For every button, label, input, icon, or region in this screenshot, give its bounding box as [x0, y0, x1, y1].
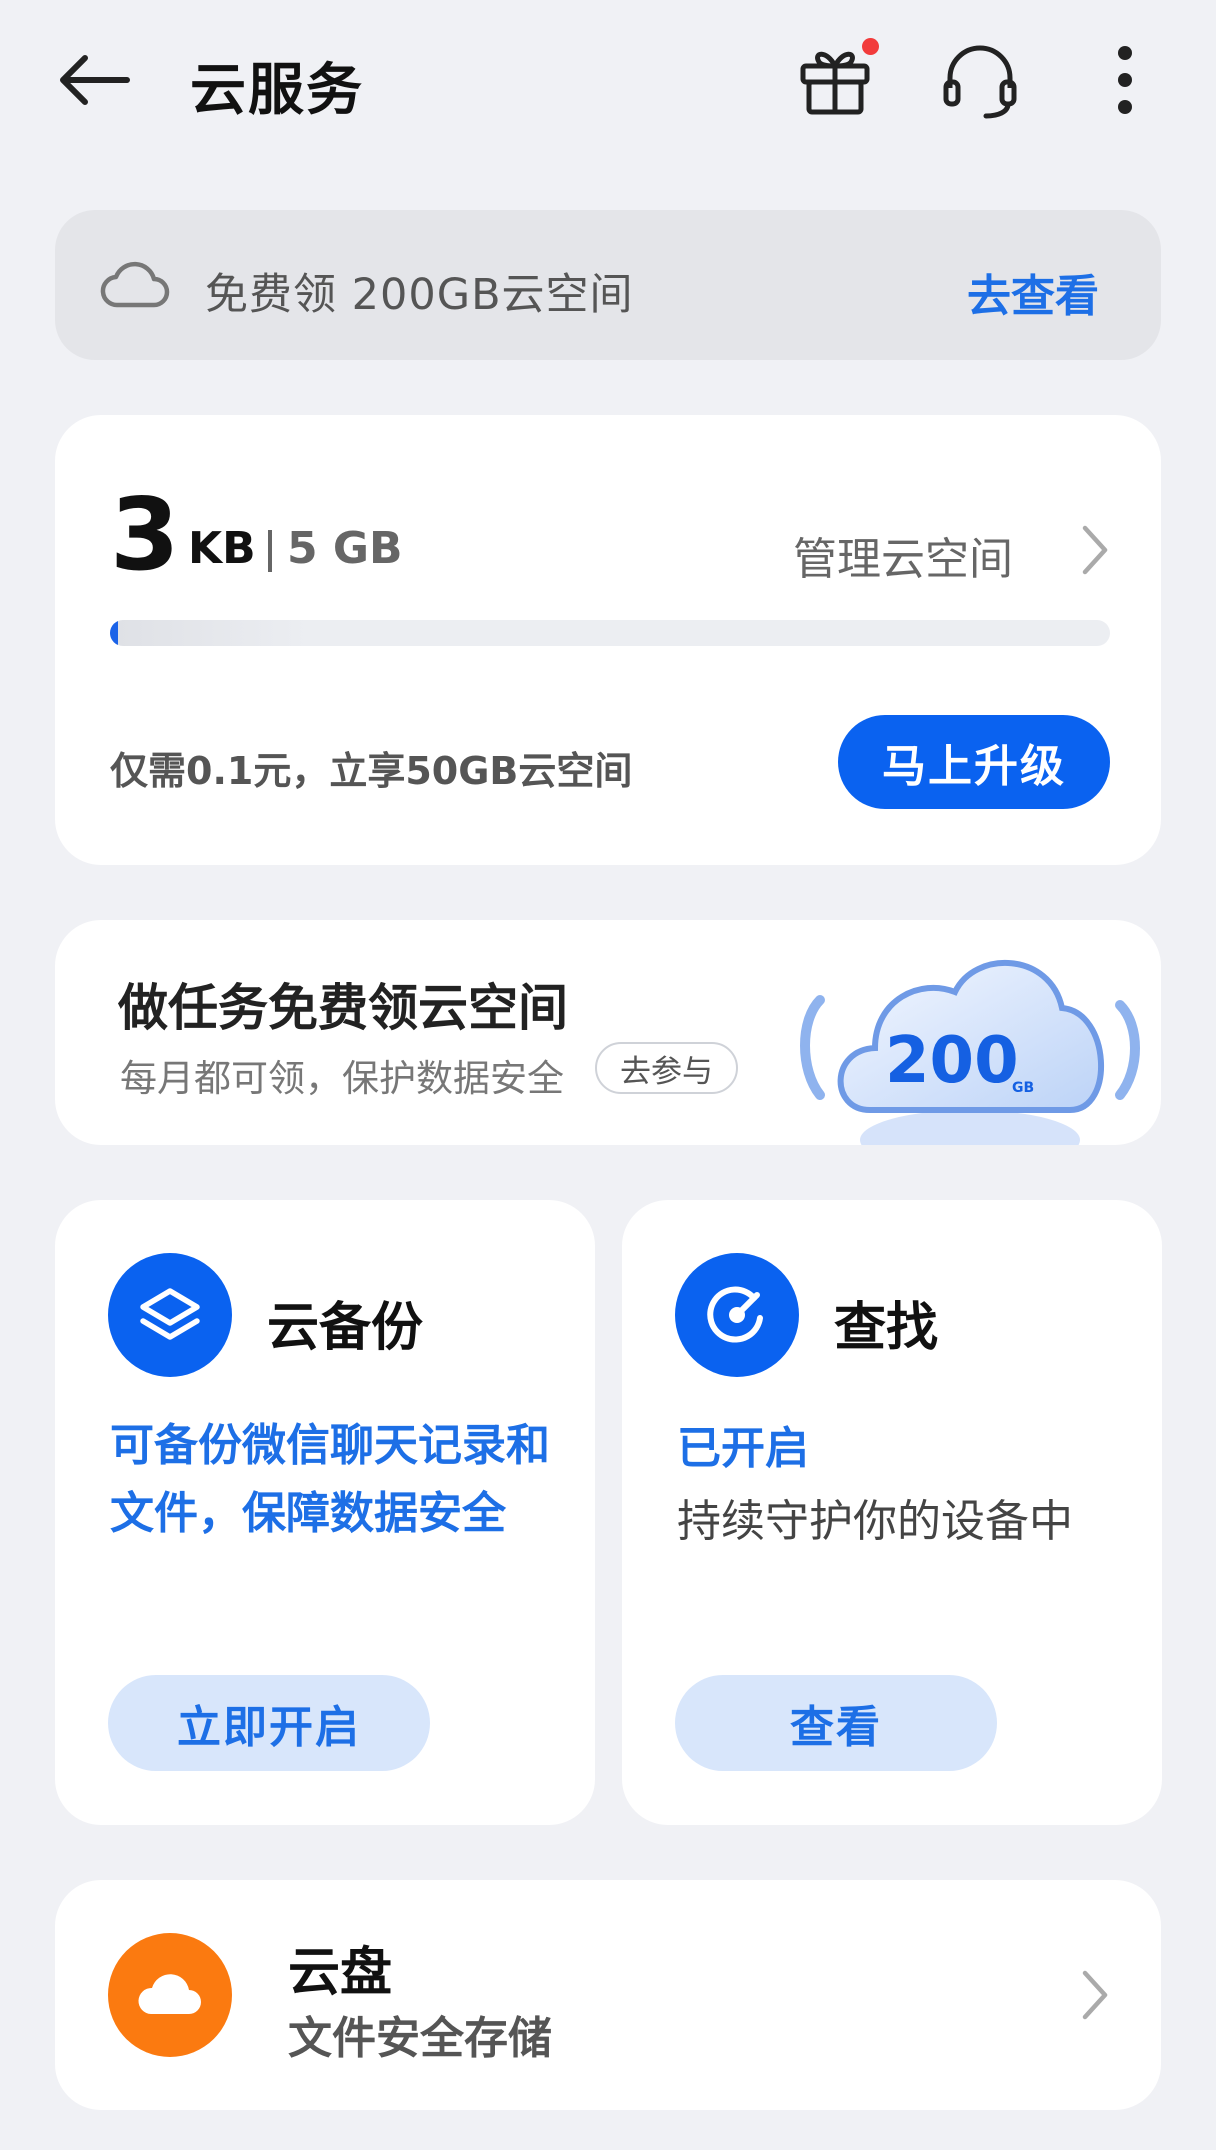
- illustration-unit: GB: [1012, 1080, 1034, 1096]
- join-button[interactable]: 去参与: [595, 1042, 738, 1094]
- enable-backup-button[interactable]: 立即开启: [108, 1675, 430, 1771]
- layers-icon: [140, 1288, 200, 1340]
- used-unit: KB: [188, 523, 256, 574]
- illustration-value: 200: [885, 1024, 1019, 1098]
- find-status: 已开启: [677, 1423, 809, 1474]
- manage-space-link[interactable]: 管理云空间: [793, 523, 1013, 587]
- free-space-banner[interactable]: 免费领 200GB云空间 去查看: [55, 210, 1161, 360]
- offer-text: 仅需0.1元，立享50GB云空间: [110, 749, 633, 793]
- find-description: 持续守护你的设备中: [677, 1496, 1073, 1547]
- storage-card: 3 KB 5 GB 管理云空间 仅需0.1元，立享50GB云空间 马上升级: [55, 415, 1161, 865]
- cloud-outline-icon: [100, 261, 170, 308]
- task-title: 做任务免费领云空间: [118, 979, 568, 1037]
- used-value: 3: [110, 476, 180, 593]
- storage-progress-fill: [110, 620, 1110, 646]
- cloud-disk-card[interactable]: 云盘 文件安全存储: [55, 1880, 1161, 2110]
- app-header: 云服务: [0, 0, 1216, 170]
- task-subtitle: 每月都可领，保护数据安全: [120, 1057, 564, 1100]
- view-find-button[interactable]: 查看: [675, 1675, 997, 1771]
- cloud-filled-icon: [138, 1974, 201, 2014]
- banner-text: 免费领 200GB云空间: [205, 270, 634, 320]
- storage-progress-bar: [110, 620, 1110, 646]
- more-vertical-icon: [1118, 46, 1132, 114]
- cloud-200gb-illustration: 200 GB: [800, 960, 1140, 1145]
- disk-subtitle: 文件安全存储: [288, 2013, 552, 2064]
- page-title: 云服务: [190, 58, 364, 123]
- backup-title: 云备份: [267, 1298, 424, 1358]
- more-button[interactable]: [1085, 40, 1165, 120]
- backup-icon-badge: [108, 1253, 232, 1377]
- backup-description: 可备份微信聊天记录和文件，保障数据安全: [110, 1420, 550, 1539]
- chevron-right-icon: [1082, 525, 1108, 575]
- gift-icon: [800, 51, 870, 115]
- chevron-right-icon: [1082, 1970, 1108, 2020]
- disk-icon-badge: [108, 1933, 232, 2057]
- upgrade-button[interactable]: 马上升级: [838, 715, 1110, 809]
- view-link[interactable]: 去查看: [967, 260, 1099, 324]
- find-title: 查找: [834, 1298, 939, 1358]
- back-arrow-icon: [60, 55, 130, 105]
- disk-title: 云盘: [288, 1943, 393, 2003]
- customer-service-button[interactable]: [940, 40, 1020, 120]
- headset-icon: [943, 45, 1017, 119]
- notification-dot: [862, 38, 879, 55]
- find-icon-badge: [675, 1253, 799, 1377]
- back-button[interactable]: [55, 45, 135, 115]
- find-device-card[interactable]: 查找 已开启 持续守护你的设备中 查看: [622, 1200, 1162, 1825]
- radar-icon: [707, 1286, 763, 1343]
- cloud-backup-card[interactable]: 云备份 可备份微信聊天记录和文件，保障数据安全 立即开启: [55, 1200, 595, 1825]
- task-card[interactable]: 做任务免费领云空间 每月都可领，保护数据安全 去参与 200 GB: [55, 920, 1161, 1145]
- total-capacity: 5 GB: [287, 523, 403, 574]
- gift-button[interactable]: [795, 40, 875, 120]
- divider: [268, 530, 272, 572]
